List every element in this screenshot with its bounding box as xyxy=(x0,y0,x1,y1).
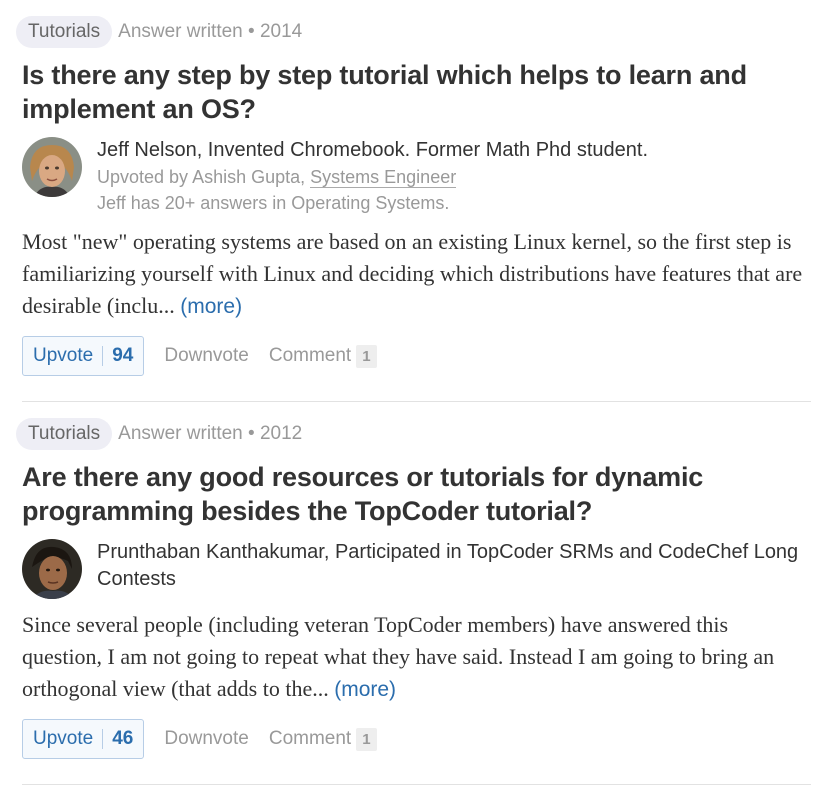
comment-count-badge: 1 xyxy=(356,727,377,751)
upvote-label: Upvote xyxy=(33,728,94,749)
answer-feed: Tutorials Answer written • 2014 Is there… xyxy=(0,0,829,785)
upvoted-by-prefix: Upvoted by Ashish Gupta, xyxy=(97,167,306,187)
upvote-button[interactable]: Upvote 94 xyxy=(22,336,145,376)
upvote-separator xyxy=(102,346,104,366)
downvote-button[interactable]: Downvote xyxy=(164,345,249,367)
story-divider xyxy=(22,784,811,785)
topic-tag[interactable]: Tutorials xyxy=(16,16,113,48)
question-title[interactable]: Is there any step by step tutorial which… xyxy=(22,58,812,126)
answer-date: Answer written • 2014 xyxy=(118,21,303,42)
upvote-count: 46 xyxy=(112,728,134,749)
feed-story: Tutorials Answer written • 2014 Is there… xyxy=(16,0,812,402)
author-row: Prunthaban Kanthakumar, Participated in … xyxy=(22,539,812,599)
comment-button[interactable]: Comment 1 xyxy=(268,344,377,368)
snippet-text: Since several people (including veteran … xyxy=(22,612,775,701)
comment-label: Comment xyxy=(268,344,352,366)
feed-story: Tutorials Answer written • 2012 Are ther… xyxy=(16,402,812,785)
comment-button[interactable]: Comment 1 xyxy=(268,727,377,751)
avatar[interactable] xyxy=(22,539,82,599)
comment-count-badge: 1 xyxy=(356,344,377,368)
snippet-text: Most "new" operating systems are based o… xyxy=(22,229,803,318)
answer-snippet: Since several people (including veteran … xyxy=(22,609,812,706)
author-credential[interactable]: Prunthaban Kanthakumar, Participated in … xyxy=(97,539,812,593)
comment-label: Comment xyxy=(268,727,352,749)
upvote-count: 94 xyxy=(112,345,134,366)
answer-snippet: Most "new" operating systems are based o… xyxy=(22,226,812,323)
author-answer-count: Jeff has 20+ answers in Operating System… xyxy=(97,193,450,213)
upvoter-job-link[interactable]: Systems Engineer xyxy=(310,167,457,188)
question-title[interactable]: Are there any good resources or tutorial… xyxy=(22,460,812,528)
more-link[interactable]: (more) xyxy=(334,678,396,701)
downvote-button[interactable]: Downvote xyxy=(164,728,249,750)
story-meta: Tutorials Answer written • 2014 xyxy=(16,16,812,48)
story-meta: Tutorials Answer written • 2012 xyxy=(16,418,812,450)
action-bar: Upvote 46 Downvote Comment 1 xyxy=(22,718,812,760)
topic-tag[interactable]: Tutorials xyxy=(16,418,113,450)
author-credential[interactable]: Jeff Nelson, Invented Chromebook. Former… xyxy=(97,137,812,164)
upvote-button[interactable]: Upvote 46 xyxy=(22,719,145,759)
upvoted-by: Upvoted by Ashish Gupta, Systems Enginee… xyxy=(97,164,812,190)
upvote-label: Upvote xyxy=(33,345,94,366)
answer-date: Answer written • 2012 xyxy=(118,423,303,444)
more-link[interactable]: (more) xyxy=(180,295,242,318)
author-row: Jeff Nelson, Invented Chromebook. Former… xyxy=(22,137,812,216)
upvote-separator xyxy=(102,729,104,749)
avatar[interactable] xyxy=(22,137,82,197)
action-bar: Upvote 94 Downvote Comment 1 xyxy=(22,335,812,377)
